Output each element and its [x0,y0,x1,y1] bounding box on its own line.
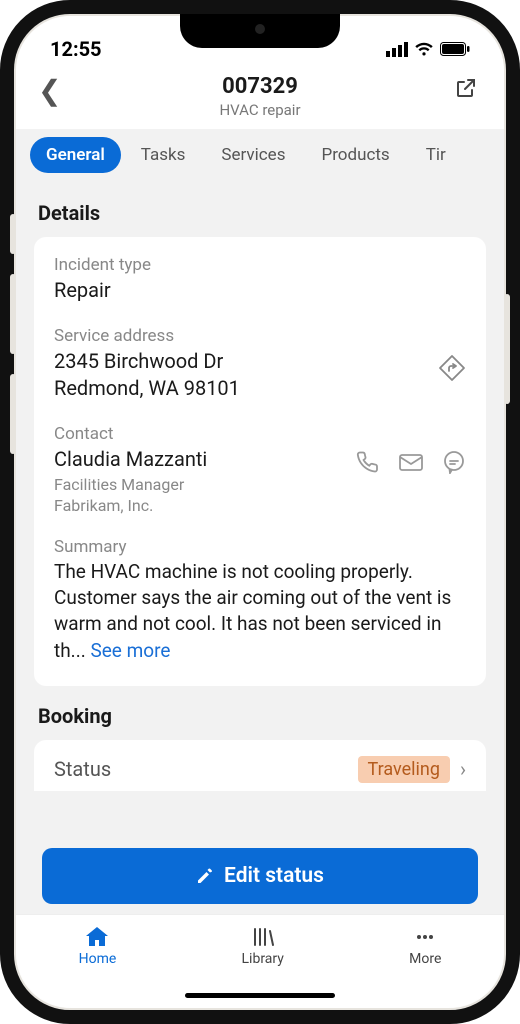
incident-value: Repair [54,277,466,304]
chevron-right-icon: › [460,757,466,781]
page-subtitle: HVAC repair [40,101,480,119]
home-indicator[interactable] [185,993,335,998]
details-card: Incident type Repair Service address 234… [34,237,486,686]
status-badge: Traveling [358,756,450,783]
see-more-link[interactable]: See more [90,639,170,662]
more-icon [412,925,438,949]
battery-icon [440,42,470,56]
contact-label: Contact [54,424,466,444]
edit-status-label: Edit status [224,864,324,888]
page-title: 007329 [40,74,480,99]
phone-frame: 12:55 ❮ 007329 HVAC repair General Tasks… [0,0,520,1024]
address-block[interactable]: Service address 2345 Birchwood Dr Redmon… [54,326,466,402]
address-label: Service address [54,326,466,346]
summary-block: Summary The HVAC machine is not cooling … [54,537,466,664]
nav-library-label: Library [242,951,284,967]
address-value: 2345 Birchwood Dr Redmond, WA 98101 [54,348,466,402]
page-header: ❮ 007329 HVAC repair [16,70,504,129]
nav-library[interactable]: Library [242,925,284,967]
tab-tasks[interactable]: Tasks [125,137,202,173]
incident-label: Incident type [54,255,466,275]
phone-icon[interactable] [356,450,380,474]
nav-home-label: Home [79,951,117,967]
details-heading: Details [38,201,482,225]
address-line1: 2345 Birchwood Dr [54,348,466,375]
chat-icon[interactable] [442,450,466,474]
wifi-icon [414,42,434,57]
tab-services[interactable]: Services [205,137,301,173]
back-icon[interactable]: ❮ [38,74,61,107]
signal-icon [386,42,408,57]
phone-notch [180,14,340,48]
bottom-nav: Home Library More [16,914,504,1008]
side-button [504,294,510,404]
incident-block: Incident type Repair [54,255,466,304]
open-external-icon[interactable] [454,76,478,100]
mail-icon[interactable] [398,450,424,474]
edit-status-button[interactable]: Edit status [42,848,478,904]
contact-role: Facilities Manager [54,475,466,494]
status-row[interactable]: Status Traveling › [54,756,466,783]
library-icon [250,925,276,949]
contact-block: Contact Claudia Mazzanti Facilities Mana… [54,424,466,515]
status-time: 12:55 [50,37,102,61]
nav-more[interactable]: More [409,925,441,967]
nav-home[interactable]: Home [79,925,117,967]
tab-products[interactable]: Products [305,137,405,173]
home-icon [84,925,110,949]
status-label: Status [54,756,111,783]
booking-heading: Booking [38,704,482,728]
tab-partial[interactable]: Tir [410,137,462,173]
pencil-icon [196,867,214,885]
address-line2: Redmond, WA 98101 [54,375,466,402]
contact-company: Fabrikam, Inc. [54,496,466,515]
tab-bar: General Tasks Services Products Tir [16,129,504,181]
booking-card: Status Traveling › [34,740,486,791]
summary-label: Summary [54,537,466,557]
tab-general[interactable]: General [30,137,121,173]
nav-more-label: More [409,951,441,967]
directions-icon[interactable] [438,354,466,382]
